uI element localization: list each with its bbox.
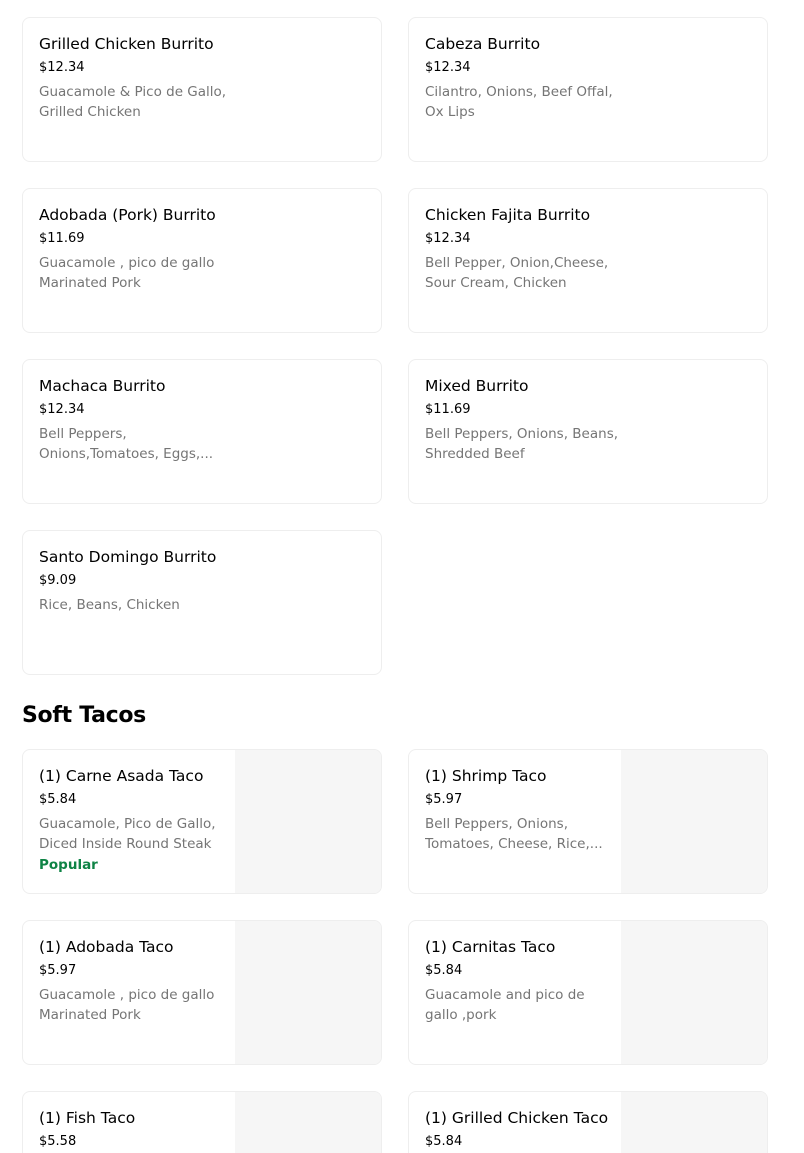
menu-item-card[interactable]: Cabeza Burrito $12.34 Cilantro, Onions, … [408,17,768,162]
item-description: Cilantro, Onions, Beef Offal, Ox Lips [425,84,613,120]
section-title-soft-tacos: Soft Tacos [22,703,146,728]
item-name: (1) Carnitas Taco [425,938,556,956]
item-description: Guacamole & Pico de Gallo, Grilled Chick… [39,84,227,120]
item-name: Adobada (Pork) Burrito [39,206,216,224]
item-name: (1) Fish Taco [39,1109,136,1127]
item-description: Guacamole , pico de gallo Marinated Pork [39,255,215,291]
item-description: Bell Peppers, Onions,Tomatoes, Eggs,... [39,426,214,462]
menu-item-card[interactable]: Grilled Chicken Burrito $12.34 Guacamole… [22,17,382,162]
menu-item-card[interactable]: Machaca Burrito $12.34 Bell Peppers, Oni… [22,359,382,504]
item-name: Machaca Burrito [39,377,166,395]
menu-item-card[interactable]: (1) Adobada Taco $5.97 Guacamole , pico … [22,920,382,1065]
item-image [235,1092,381,1153]
item-price: $5.84 [425,963,463,978]
item-description: Guacamole , pico de gallo Marinated Pork [39,987,215,1023]
item-description: Guacamole and pico de gallo ,pork [425,987,585,1023]
item-price: $12.34 [39,402,85,417]
menu-item-card[interactable]: Chicken Fajita Burrito $12.34 Bell Peppe… [408,188,768,333]
menu-item-card[interactable]: (1) Shrimp Taco $5.97 Bell Peppers, Onio… [408,749,768,894]
item-name: Cabeza Burrito [425,35,541,53]
menu-item-card[interactable]: Santo Domingo Burrito $9.09 Rice, Beans,… [22,530,382,675]
item-description: Bell Peppers, Onions, Beans, Shredded Be… [425,426,619,462]
item-name: (1) Shrimp Taco [425,767,547,785]
item-image [621,921,767,1064]
item-price: $5.58 [39,1134,77,1149]
menu-item-card[interactable]: (1) Grilled Chicken Taco $5.84 [408,1091,768,1153]
popular-badge: Popular [39,857,98,873]
item-description: Rice, Beans, Chicken [39,597,180,613]
item-name: Mixed Burrito [425,377,529,395]
item-name: (1) Adobada Taco [39,938,174,956]
menu-item-card[interactable]: (1) Fish Taco $5.58 [22,1091,382,1153]
item-name: (1) Carne Asada Taco [39,767,204,785]
item-image [621,750,767,893]
item-name: Grilled Chicken Burrito [39,35,214,53]
item-description: Guacamole, Pico de Gallo, Diced Inside R… [39,816,216,852]
item-price: $5.97 [39,963,77,978]
menu-item-card[interactable]: Adobada (Pork) Burrito $11.69 Guacamole … [22,188,382,333]
item-name: Santo Domingo Burrito [39,548,217,566]
item-image [621,1092,767,1153]
item-price: $5.84 [425,1134,463,1149]
item-price: $11.69 [425,402,471,417]
menu-item-card[interactable]: Mixed Burrito $11.69 Bell Peppers, Onion… [408,359,768,504]
menu-item-card[interactable]: (1) Carnitas Taco $5.84 Guacamole and pi… [408,920,768,1065]
item-price: $5.97 [425,792,463,807]
item-description: Bell Pepper, Onion,Cheese, Sour Cream, C… [425,255,609,291]
item-price: $12.34 [425,60,471,75]
item-description: Bell Peppers, Onions, Tomatoes, Cheese, … [425,816,603,852]
item-price: $5.84 [39,792,77,807]
item-image [235,921,381,1064]
item-name: (1) Grilled Chicken Taco [425,1109,609,1127]
item-price: $11.69 [39,231,85,246]
item-image [235,750,381,893]
item-price: $12.34 [425,231,471,246]
item-price: $9.09 [39,573,77,588]
item-name: Chicken Fajita Burrito [425,206,591,224]
item-price: $12.34 [39,60,85,75]
menu-item-card[interactable]: (1) Carne Asada Taco $5.84 Guacamole, Pi… [22,749,382,894]
